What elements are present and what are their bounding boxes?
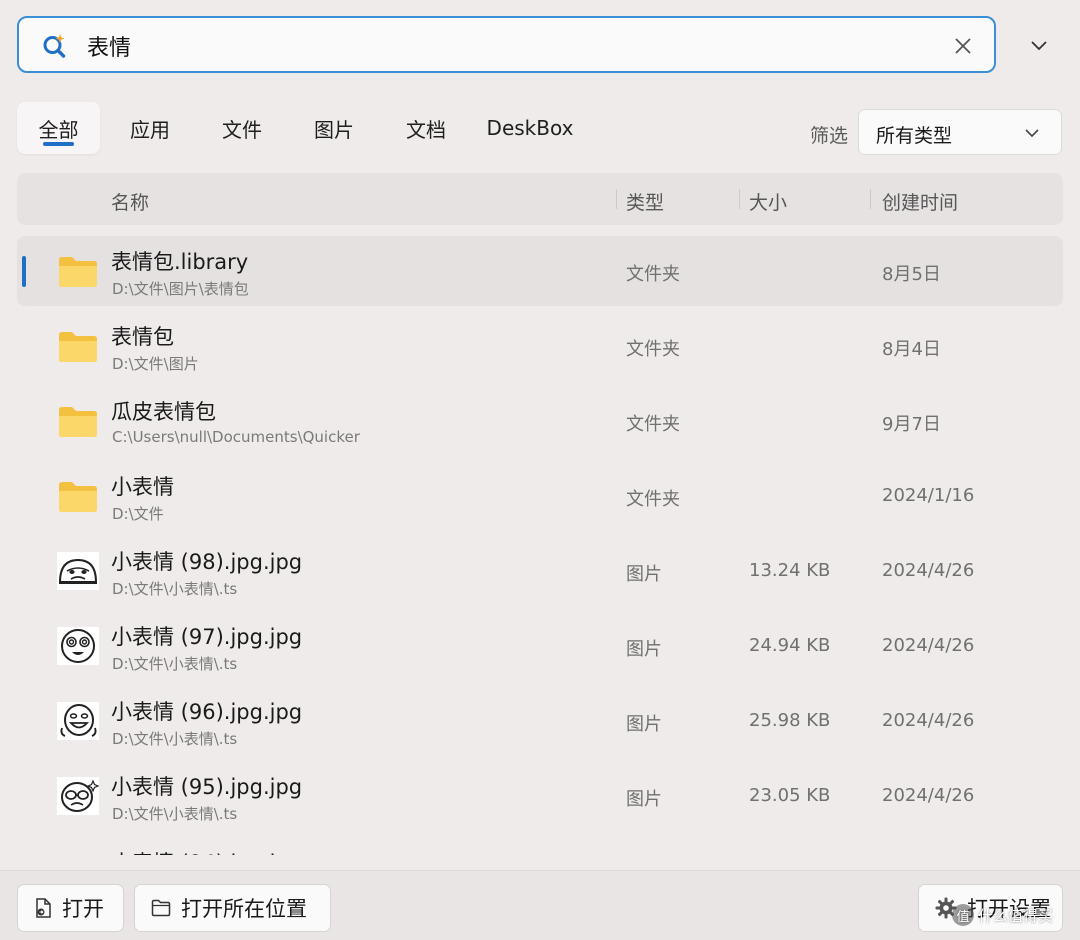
expand-button[interactable]: [1022, 31, 1056, 61]
result-path: D:\文件\小表情\.ts: [112, 655, 238, 673]
column-divider[interactable]: [616, 189, 617, 209]
tab-label: DeskBox: [486, 116, 574, 140]
result-created: 8月4日: [882, 339, 941, 360]
result-created: 2024/4/26: [882, 710, 975, 731]
result-row[interactable]: 小表情 (97).jpg.jpg D:\文件\小表情\.ts 图片 24.94 …: [17, 611, 1063, 681]
open-file-icon: [36, 898, 51, 918]
tab-all[interactable]: 全部: [17, 102, 100, 154]
result-name: 表情包.library: [111, 250, 249, 274]
search-icon: [41, 32, 69, 60]
result-row[interactable]: 小表情 D:\文件 文件夹 2024/1/16: [17, 461, 1063, 531]
result-created: 2024/4/26: [882, 635, 975, 656]
result-type: 图片: [626, 639, 662, 660]
result-row[interactable]: 小表情 (98).jpg.jpg D:\文件\小表情\.ts 图片 13.24 …: [17, 536, 1063, 606]
result-created: 9月7日: [882, 414, 941, 435]
emoji-thumbnail-icon: [57, 777, 99, 815]
emoji-thumbnail-icon: [57, 627, 99, 665]
folder-icon: [59, 407, 97, 437]
column-header-type[interactable]: 类型: [626, 188, 664, 215]
open-button[interactable]: 打开: [17, 884, 124, 932]
result-created: 2024/1/16: [882, 485, 975, 506]
result-created: 2024/4/26: [882, 785, 975, 806]
result-created: 8月5日: [882, 264, 941, 285]
result-name: 表情包: [111, 325, 174, 349]
category-tabs: 全部 应用 文件 图片 文档 DeskBox: [17, 102, 592, 154]
result-name: 小表情 (97).jpg.jpg: [111, 625, 303, 649]
tab-files[interactable]: 文件: [200, 102, 284, 154]
result-name: 小表情 (96).jpg.jpg: [111, 700, 303, 724]
watermark: 值 什么值得买: [952, 904, 1053, 926]
clear-search-button[interactable]: [949, 32, 977, 60]
filter-label: 筛选: [810, 125, 849, 147]
column-divider[interactable]: [870, 189, 871, 209]
result-type: 文件夹: [626, 489, 680, 510]
tab-apps[interactable]: 应用: [108, 102, 192, 154]
result-row[interactable]: 小表情 (95).jpg.jpg D:\文件\小表情\.ts 图片 23.05 …: [17, 761, 1063, 831]
result-row[interactable]: 表情包.library D:\文件\图片\表情包 文件夹 8月5日: [17, 236, 1063, 306]
result-size: 23.05 KB: [749, 785, 831, 806]
results-table-header: 名称 类型 大小 创建时间: [17, 173, 1063, 225]
tab-label: 图片: [314, 117, 354, 142]
result-type: 文件夹: [626, 339, 680, 360]
chevron-down-icon: [1031, 41, 1047, 51]
result-name: 小表情 (94).jpg.jpg: [111, 847, 302, 855]
open-location-button[interactable]: 打开所在位置: [134, 884, 331, 932]
open-location-button-label: 打开所在位置: [181, 897, 307, 921]
watermark-text: 什么值得买: [978, 906, 1054, 925]
tab-deskbox[interactable]: DeskBox: [476, 102, 584, 154]
close-icon: [955, 38, 971, 54]
result-row-partial[interactable]: 小表情 (94).jpg.jpg: [17, 843, 1063, 855]
result-type: 图片: [626, 714, 662, 735]
result-size: 25.98 KB: [749, 710, 831, 731]
column-header-name[interactable]: 名称: [111, 188, 149, 215]
result-type: 图片: [626, 789, 662, 810]
column-header-size[interactable]: 大小: [749, 188, 787, 215]
result-type: 文件夹: [626, 264, 680, 285]
result-created: 2024/4/26: [882, 560, 975, 581]
result-row[interactable]: 小表情 (96).jpg.jpg D:\文件\小表情\.ts 图片 25.98 …: [17, 686, 1063, 756]
result-name: 小表情 (95).jpg.jpg: [111, 775, 303, 799]
result-size: 24.94 KB: [749, 635, 831, 656]
folder-icon: [59, 482, 97, 512]
result-name: 小表情 (98).jpg.jpg: [111, 550, 303, 574]
result-size: 13.24 KB: [749, 560, 831, 581]
result-name: 瓜皮表情包: [111, 400, 216, 424]
result-path: D:\文件\小表情\.ts: [112, 805, 238, 823]
selection-indicator: [22, 256, 26, 287]
result-row[interactable]: 瓜皮表情包 C:\Users\null\Documents\Quicker 文件…: [17, 386, 1063, 456]
result-path: C:\Users\null\Documents\Quicker: [112, 428, 360, 446]
filter-value: 所有类型: [876, 125, 953, 147]
tab-label: 全部: [38, 117, 79, 142]
tab-label: 文件: [222, 117, 262, 142]
folder-outline-icon: [151, 899, 171, 917]
result-type: 图片: [626, 564, 662, 585]
tab-documents[interactable]: 文档: [384, 102, 468, 154]
result-path: D:\文件\图片\表情包: [112, 280, 249, 298]
result-path: D:\文件: [112, 505, 164, 523]
column-divider[interactable]: [739, 189, 740, 209]
column-header-created[interactable]: 创建时间: [882, 188, 958, 215]
active-tab-indicator: [43, 142, 74, 146]
result-path: D:\文件\小表情\.ts: [112, 730, 238, 748]
chevron-down-icon: [1025, 129, 1039, 138]
emoji-thumbnail-icon: [57, 702, 99, 740]
result-type: 文件夹: [626, 414, 680, 435]
watermark-badge: 值: [952, 904, 974, 926]
tab-images[interactable]: 图片: [292, 102, 376, 154]
tab-label: 应用: [130, 117, 170, 142]
open-button-label: 打开: [62, 897, 104, 921]
result-name: 小表情: [111, 475, 174, 499]
tab-label: 文档: [406, 117, 446, 142]
folder-icon: [59, 257, 97, 287]
result-path: D:\文件\图片: [112, 355, 199, 373]
result-row[interactable]: 表情包 D:\文件\图片 文件夹 8月4日: [17, 311, 1063, 381]
emoji-thumbnail-icon: [57, 552, 99, 590]
search-box[interactable]: [17, 16, 996, 73]
search-input[interactable]: [87, 28, 917, 64]
result-path: D:\文件\小表情\.ts: [112, 580, 238, 598]
type-filter-select[interactable]: 所有类型: [858, 109, 1062, 155]
folder-icon: [59, 332, 97, 362]
